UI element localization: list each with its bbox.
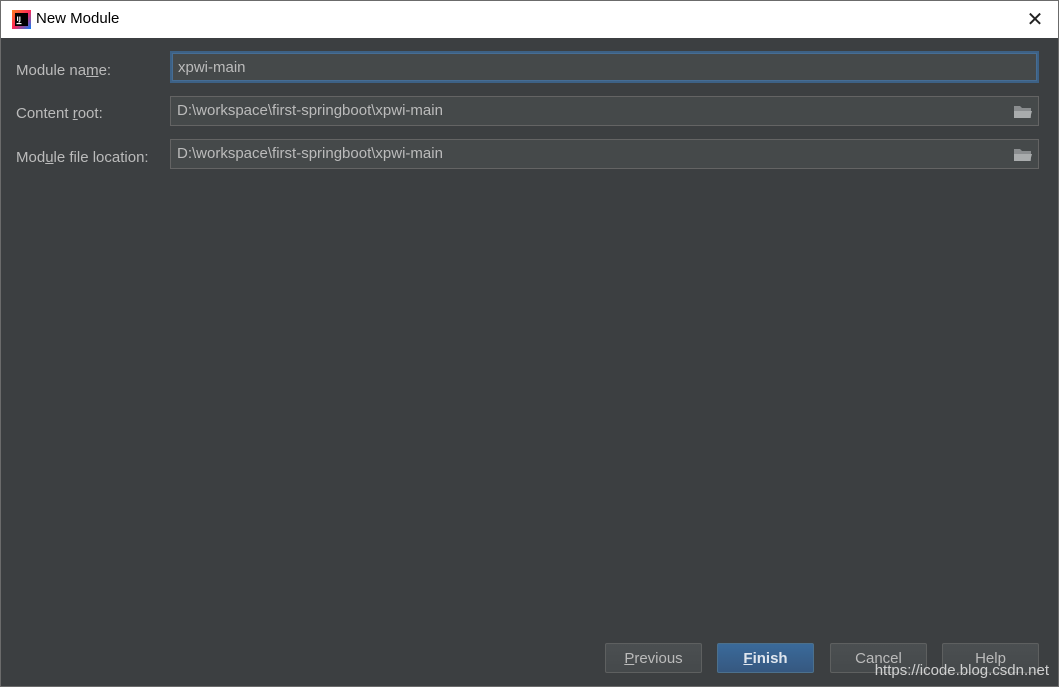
module-name-field[interactable] xyxy=(170,51,1039,83)
folder-icon[interactable] xyxy=(1013,103,1033,120)
module-name-label: Module name: xyxy=(16,62,112,79)
new-module-dialog: IJ New Module ✕ Module name: Content roo… xyxy=(0,0,1059,687)
module-name-input[interactable] xyxy=(172,53,1037,81)
module-file-location-field[interactable]: D:\workspace\first-springboot\xpwi-main xyxy=(170,139,1039,169)
previous-button[interactable]: Previous xyxy=(605,643,702,673)
module-file-location-label: Module file location: xyxy=(16,149,149,166)
window-title: New Module xyxy=(36,10,120,27)
content-root-value: D:\workspace\first-springboot\xpwi-main xyxy=(177,102,443,119)
intellij-icon: IJ xyxy=(12,10,31,29)
title-bar: IJ New Module ✕ xyxy=(1,1,1058,38)
close-button[interactable]: ✕ xyxy=(1012,1,1058,38)
svg-text:IJ: IJ xyxy=(17,16,21,23)
finish-button[interactable]: Finish xyxy=(717,643,814,673)
content-root-label: Content root: xyxy=(16,105,103,122)
content-root-field[interactable]: D:\workspace\first-springboot\xpwi-main xyxy=(170,96,1039,126)
folder-icon[interactable] xyxy=(1013,146,1033,163)
module-file-location-value: D:\workspace\first-springboot\xpwi-main xyxy=(177,145,443,162)
dialog-content: Module name: Content root: D:\workspace\… xyxy=(1,38,1058,686)
watermark: https://icode.blog.csdn.net xyxy=(874,662,1049,679)
close-icon: ✕ xyxy=(1026,9,1044,31)
